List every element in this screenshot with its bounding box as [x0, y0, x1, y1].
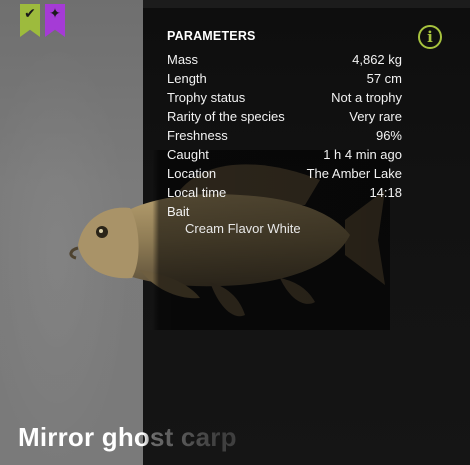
param-row-caught: Caught 1 h 4 min ago [167, 145, 402, 164]
param-row-rarity: Rarity of the species Very rare [167, 107, 402, 126]
sparkle-badge: ✦ [45, 4, 65, 37]
param-row-trophy-status: Trophy status Not a trophy [167, 88, 402, 107]
param-row-freshness: Freshness 96% [167, 126, 402, 145]
param-value: Very rare [349, 109, 402, 124]
fish-name-title: Mirror ghost carp [18, 422, 237, 452]
param-value: 96% [375, 128, 402, 143]
bait-value: Cream Flavor White [185, 221, 301, 236]
param-label: Rarity of the species [167, 109, 285, 124]
catch-card: ✔ ✦ i PARAMETERS Mass 4,862 kg Length 57… [0, 0, 470, 465]
param-label: Length [167, 71, 207, 86]
param-label: Trophy status [167, 90, 246, 105]
checkmark-badge: ✔ [20, 4, 40, 37]
checkmark-icon: ✔ [24, 6, 36, 22]
param-row-length: Length 57 cm [167, 69, 402, 88]
badge-group: ✔ ✦ [20, 4, 65, 37]
param-label: Location [167, 166, 217, 181]
bait-label: Bait [167, 204, 190, 219]
parameters-list: PARAMETERS Mass 4,862 kg Length 57 cm Tr… [167, 29, 402, 237]
param-label: Mass [167, 52, 199, 67]
param-value: 1 h 4 min ago [323, 147, 402, 162]
param-value: 14:18 [369, 185, 402, 200]
param-value: Not a trophy [331, 90, 402, 105]
photo-background [0, 0, 143, 465]
param-label: Caught [167, 147, 209, 162]
param-row-local-time: Local time 14:18 [167, 183, 402, 202]
param-label: Local time [167, 185, 227, 200]
info-icon[interactable]: i [418, 25, 442, 49]
param-value: The Amber Lake [306, 166, 402, 181]
param-row-mass: Mass 4,862 kg [167, 50, 402, 69]
param-label: Freshness [167, 128, 228, 143]
parameters-heading: PARAMETERS [167, 29, 256, 43]
sparkle-icon: ✦ [49, 6, 61, 22]
param-value: 4,862 kg [352, 52, 402, 67]
param-value: 57 cm [366, 71, 402, 86]
param-row-location: Location The Amber Lake [167, 164, 402, 183]
